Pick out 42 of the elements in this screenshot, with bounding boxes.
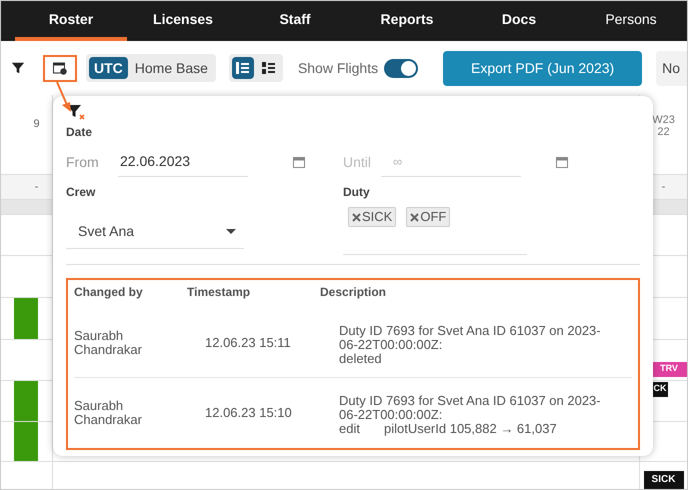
- column-header: Description: [320, 284, 386, 301]
- week-label: W23: [652, 114, 675, 126]
- more-button[interactable]: No: [656, 50, 687, 86]
- duty-badge: CK: [652, 382, 668, 396]
- duty-badge: SICK: [644, 470, 684, 488]
- timezone-option[interactable]: UTC: [89, 57, 128, 79]
- nav-tab[interactable]: Licenses: [127, 1, 239, 41]
- nav-tab[interactable]: Staff: [239, 1, 351, 41]
- table-cell: pilotUserId 105,882 → 61,037: [384, 422, 557, 436]
- table-cell-text: Duty ID 7693 for Svet Ana ID 61037 on 2023-06-22T00:00:00Z:: [339, 324, 602, 352]
- crew-label: Crew: [66, 184, 96, 201]
- table-cell-text: Saurabh Chandrakar: [74, 399, 143, 427]
- table-cell: edit: [339, 422, 360, 436]
- from-date-field[interactable]: 22.06.2023: [118, 147, 248, 177]
- nav-tab[interactable]: Roster: [15, 1, 127, 41]
- column-header: Changed by: [74, 284, 144, 301]
- show-flights-label: Show Flights: [298, 58, 378, 78]
- export-button[interactable]: Export PDF (Jun 2023): [443, 50, 642, 86]
- timezone-option[interactable]: Home Base: [130, 57, 213, 79]
- duty-tags-field[interactable]: SICK OFF: [343, 207, 527, 255]
- duty-badge: TRV: [651, 362, 687, 376]
- table-cell: deleted: [339, 352, 382, 366]
- table-cell-text: Saurabh Chandrakar: [74, 328, 143, 356]
- day-marker: -: [662, 180, 666, 195]
- until-label: Until: [343, 152, 372, 172]
- duty-label: Duty: [343, 184, 371, 201]
- until-date-field[interactable]: ∞: [381, 147, 521, 177]
- duty-tag[interactable]: SICK: [348, 207, 396, 227]
- table-cell-text: Duty ID 7693 for Svet Ana ID 61037 on 2023-06-22T00:00:00Z:: [339, 394, 602, 422]
- table-cell-text: 12.06.23 15:11: [204, 336, 292, 350]
- week-label: 22: [657, 126, 670, 138]
- day-marker: -: [34, 180, 38, 195]
- date-label: Date: [66, 124, 94, 141]
- table-cell-text: 12.06.23 15:10: [204, 406, 293, 420]
- column-header: Timestamp: [187, 284, 252, 301]
- crew-select[interactable]: Svet Ana: [66, 215, 244, 249]
- nav-tab[interactable]: Reports: [351, 1, 463, 41]
- day-number: 9: [33, 117, 40, 132]
- duty-tag[interactable]: OFF: [406, 207, 450, 227]
- nav-tab[interactable]: Persons: [575, 1, 687, 41]
- nav-tab[interactable]: Docs: [463, 1, 575, 41]
- from-label: From: [66, 152, 100, 172]
